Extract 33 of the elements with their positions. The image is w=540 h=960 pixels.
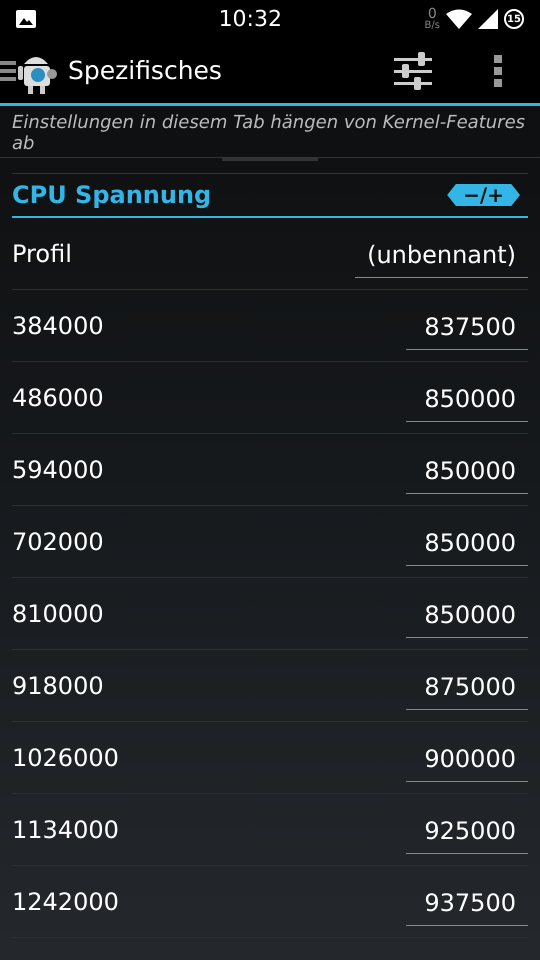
- signal-icon: [478, 9, 498, 29]
- value-field[interactable]: 900000: [406, 733, 528, 782]
- net-speed-value: 0: [428, 7, 437, 21]
- battery-indicator: 15: [504, 9, 524, 29]
- step-toggle-button[interactable]: −/+: [447, 184, 520, 206]
- kernel-notice: Einstellungen in diesem Tab hängen von Kernel-Features ab: [12, 112, 526, 154]
- overflow-menu-icon[interactable]: [494, 54, 502, 86]
- value-field[interactable]: 850000: [406, 589, 528, 638]
- wifi-icon: [446, 9, 472, 29]
- row-label: 1134000: [12, 814, 119, 846]
- value-field[interactable]: 837500: [406, 301, 528, 350]
- row-label: 1026000: [12, 742, 119, 774]
- row-label: 384000: [12, 310, 104, 342]
- row-label: 918000: [12, 670, 104, 702]
- row-label: 702000: [12, 526, 104, 558]
- value-field[interactable]: 850000: [406, 445, 528, 494]
- row-label: 810000: [12, 598, 104, 630]
- sliders-icon[interactable]: [394, 52, 432, 90]
- clock: 10:32: [218, 6, 282, 34]
- row-label: Profil: [12, 238, 72, 270]
- image-notification-icon: [16, 10, 36, 28]
- row-label: 594000: [12, 454, 104, 486]
- value-field[interactable]: 850000: [406, 517, 528, 566]
- value-field[interactable]: 937500: [406, 877, 528, 926]
- value-field[interactable]: (unbennant): [355, 229, 528, 278]
- value-field[interactable]: 850000: [406, 373, 528, 422]
- section-title: CPU Spannung: [12, 180, 212, 211]
- app-title: Spezifisches: [68, 54, 223, 87]
- row-label: 1242000: [12, 886, 119, 918]
- value-field[interactable]: 875000: [406, 661, 528, 710]
- value-field[interactable]: 925000: [406, 805, 528, 854]
- net-speed-unit: B/s: [424, 21, 440, 31]
- row-label: 486000: [12, 382, 104, 414]
